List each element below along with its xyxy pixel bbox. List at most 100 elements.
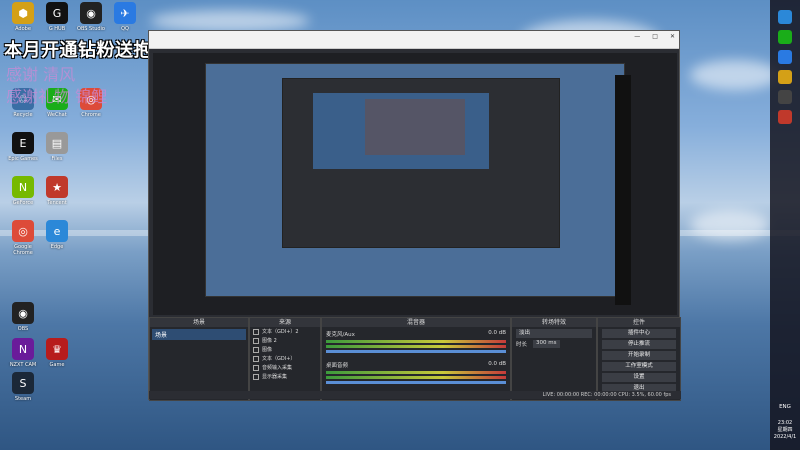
- control-button[interactable]: 设置: [602, 373, 676, 382]
- desktop-icon-label: GeForce: [12, 200, 34, 206]
- volume-meter: [326, 345, 506, 348]
- source-name: 图像 2: [262, 338, 277, 344]
- desktop-icon[interactable]: ♛ Game: [40, 338, 74, 374]
- obs-titlebar: — □ ✕: [149, 31, 679, 41]
- desktop-icon[interactable]: ✈ QQ: [108, 2, 142, 38]
- app-icon: G: [46, 2, 68, 24]
- app-icon: ◉: [80, 2, 102, 24]
- app-icon[interactable]: [778, 110, 792, 124]
- scenes-dock: 场景 场景 + − ∧ ∨: [149, 317, 249, 401]
- desktop-icon[interactable]: N GeForce: [6, 176, 40, 212]
- app-icon: N: [12, 338, 34, 360]
- desktop-icon[interactable]: E Epic Games: [6, 132, 40, 168]
- volume-slider[interactable]: [326, 350, 506, 353]
- volume-meter: [326, 371, 506, 374]
- transition-select[interactable]: 淡出: [516, 329, 592, 338]
- desktop-icon-label: Recycle: [13, 112, 33, 118]
- app-icon: ✈: [114, 2, 136, 24]
- control-button[interactable]: 停止推流: [602, 340, 676, 349]
- source-type-icon: [253, 346, 259, 353]
- source-item[interactable]: 文本（GDI+）: [250, 354, 320, 363]
- app-icon[interactable]: [778, 70, 792, 84]
- app-icon: ◎: [12, 220, 34, 242]
- obs-icon[interactable]: [778, 90, 792, 104]
- scene-item[interactable]: 场景: [152, 329, 246, 340]
- recursive-preview-inner: [313, 93, 489, 169]
- sources-header: 来源: [250, 318, 320, 327]
- scenes-header: 场景: [150, 318, 248, 327]
- source-name: 图像: [262, 347, 273, 353]
- source-type-icon: [253, 373, 259, 380]
- desktop-icon-label: Google Chrome: [13, 244, 33, 256]
- desktop-icon-label: Chrome: [81, 112, 101, 118]
- cloud: [150, 10, 310, 32]
- start-icon[interactable]: [778, 10, 792, 24]
- desktop-icon-label: NZXT CAM: [9, 362, 37, 368]
- mixer-dock: 混音器 麦克风/Aux 0.0 dB 桌面音频 0.0 dB: [321, 317, 511, 401]
- app-icon: N: [12, 176, 34, 198]
- thanks-overlay: 感谢 清风 感谢礼物 锦鲤: [6, 64, 107, 108]
- control-button[interactable]: 插件中心: [602, 329, 676, 338]
- desktop-icon[interactable]: ⬢ Adobe: [6, 2, 40, 38]
- source-item[interactable]: 图像: [250, 345, 320, 354]
- obs-preview[interactable]: [153, 53, 677, 315]
- app-icon: e: [46, 220, 68, 242]
- minimize-button[interactable]: —: [634, 33, 640, 40]
- controls-dock: 控件 插件中心 停止推流 开始录制 工作室模式 设置 退出: [597, 317, 681, 401]
- control-button[interactable]: 工作室模式: [602, 362, 676, 371]
- source-name: 文本（GDI+）2: [262, 329, 299, 335]
- desktop-icon[interactable]: e Edge: [40, 220, 74, 256]
- source-type-icon: [253, 355, 259, 362]
- desktop-icon[interactable]: S Steam: [6, 372, 40, 408]
- close-button[interactable]: ✕: [670, 33, 675, 40]
- obs-docks: 场景 场景 + − ∧ ∨ 来源 文本（GDI+）2 图像 2 图像文本（GDI+）…: [149, 317, 681, 401]
- desktop-icon[interactable]: ◎ Google Chrome: [6, 220, 40, 256]
- desktop-icon-label: Files: [51, 156, 63, 162]
- source-item[interactable]: 音频输入采集: [250, 363, 320, 372]
- obs-window: — □ ✕ 场景 场景 + − ∧ ∨ 来源 文本（GDI+）2 图像 2 图像文本…: [148, 30, 681, 401]
- clock-weekday: 星期四: [777, 427, 793, 433]
- mixer-channel-name: 麦克风/Aux: [326, 332, 355, 338]
- mixer-list: 麦克风/Aux 0.0 dB 桌面音频 0.0 dB: [322, 327, 510, 389]
- desktop-icon[interactable]: ◉ OBS: [6, 302, 40, 338]
- source-type-icon: [253, 337, 259, 344]
- app-icon: ▤: [46, 132, 68, 154]
- transition-dock: 转场特效 淡出 时长 300 ms: [511, 317, 597, 401]
- clock-time: 23:02: [777, 420, 793, 426]
- app-icon: ⬢: [12, 2, 34, 24]
- controls-header: 控件: [598, 318, 680, 327]
- controls-list: 插件中心 停止推流 开始录制 工作室模式 设置 退出: [598, 329, 680, 393]
- desktop-icon-label: Edge: [50, 244, 64, 250]
- qq-icon[interactable]: [778, 50, 792, 64]
- desktop-icon[interactable]: ◉ OBS Studio: [74, 2, 108, 38]
- app-icon: ♛: [46, 338, 68, 360]
- desktop-icon[interactable]: GG HUB: [40, 2, 74, 38]
- desktop-icon-label: WeChat: [47, 112, 67, 118]
- source-item[interactable]: 图像 2: [250, 336, 320, 345]
- transition-header: 转场特效: [512, 318, 596, 327]
- desktop-icon[interactable]: N NZXT CAM: [6, 338, 40, 374]
- recursive-preview: [205, 63, 625, 297]
- obs-menubar[interactable]: [149, 41, 679, 49]
- language-indicator[interactable]: ENG: [770, 404, 800, 410]
- app-icon: ◉: [12, 302, 34, 324]
- mixer-db-readout: 0.0 dB: [488, 330, 506, 336]
- mixer-channel: 桌面音频 0.0 dB: [322, 358, 510, 389]
- wechat-icon[interactable]: [778, 30, 792, 44]
- duration-label: 时长: [516, 342, 528, 348]
- source-item[interactable]: 文本（GDI+）2: [250, 327, 320, 336]
- desktop-icon[interactable]: ★ Tencent: [40, 176, 74, 212]
- status-bar: LIVE: 00:00:00 REC: 00:00:00 CPU: 3.5%, …: [149, 391, 681, 399]
- source-item[interactable]: 显示器采集: [250, 372, 320, 381]
- desktop-icon[interactable]: ▤ Files: [40, 132, 74, 168]
- desktop-icon-label: Tencent: [47, 200, 67, 206]
- clock-date: 2022/4/1: [773, 434, 797, 440]
- desktop-icon-label: Steam: [14, 396, 32, 402]
- taskbar: ENG 23:02 星期四 2022/4/1: [770, 0, 800, 450]
- duration-input[interactable]: 300 ms: [533, 340, 560, 348]
- control-button[interactable]: 开始录制: [602, 351, 676, 360]
- volume-slider[interactable]: [326, 381, 506, 384]
- clock[interactable]: 23:02 星期四 2022/4/1: [770, 420, 800, 441]
- maximize-button[interactable]: □: [652, 33, 658, 40]
- app-icon: ★: [46, 176, 68, 198]
